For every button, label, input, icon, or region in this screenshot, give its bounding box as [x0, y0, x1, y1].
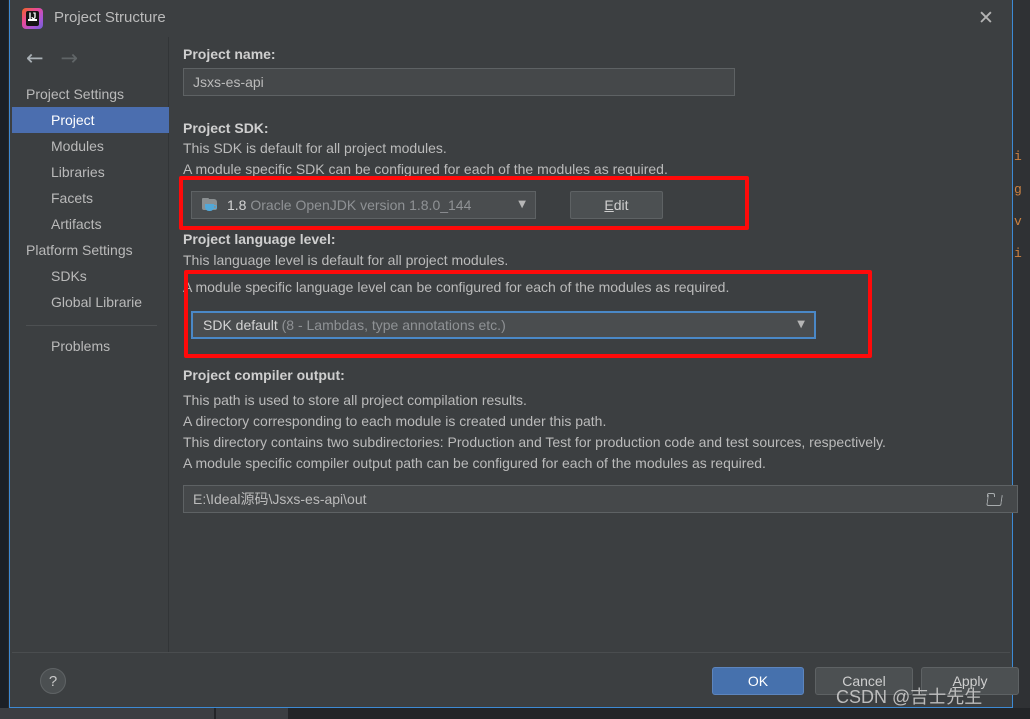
sidebar-item-artifacts[interactable]: Artifacts [12, 211, 169, 237]
chevron-down-icon[interactable]: ▼ [797, 313, 805, 337]
code-fragment: i [1014, 149, 1022, 164]
language-level-detail: (8 - Lambdas, type annotations etc.) [281, 317, 506, 333]
compiler-output-description-line-3: This directory contains two subdirectori… [183, 434, 886, 450]
project-sdk-combobox[interactable]: 1.8 Oracle OpenJDK version 1.8.0_144 ▼ [191, 191, 536, 219]
dialog-titlebar: IJ Project Structure ✕ [10, 0, 1012, 37]
project-sdk-version: 1.8 [227, 197, 247, 213]
project-sdk-description-line-1: This SDK is default for all project modu… [183, 140, 447, 156]
intellij-idea-icon: IJ [22, 8, 43, 29]
project-sdk-description-line-2: A module specific SDK can be configured … [183, 161, 668, 177]
language-level-combobox[interactable]: SDK default (8 - Lambdas, type annotatio… [191, 311, 816, 339]
sidebar-item-problems[interactable]: Problems [12, 333, 169, 359]
sidebar-group-project-settings: Project Settings [26, 86, 125, 102]
csdn-watermark: CSDN @吉士先生 [836, 687, 983, 707]
project-sdk-value: 1.8 Oracle OpenJDK version 1.8.0_144 [227, 192, 471, 218]
compiler-output-input[interactable]: E:\Ideal源码\Jsxs-es-api\out [183, 485, 1018, 513]
sidebar-divider [26, 325, 157, 326]
sidebar-nav-list: Project Settings Project Modules Librari… [12, 81, 169, 359]
help-button[interactable]: ? [40, 668, 66, 694]
compiler-output-description-line-4: A module specific compiler output path c… [183, 455, 766, 471]
intellij-idea-icon-bar [28, 19, 37, 21]
language-level-label: Project language level: [183, 231, 336, 247]
ide-bottom-segment [0, 708, 214, 719]
sidebar-item-project[interactable]: Project [12, 107, 169, 133]
chevron-down-icon[interactable]: ▼ [518, 192, 526, 218]
settings-sidebar: ← → Project Settings Project Modules Lib… [12, 37, 169, 685]
language-level-description-line-2: A module specific language level can be … [183, 279, 730, 295]
ide-editor-behind-dialog: i g v i [1013, 0, 1030, 708]
sidebar-item-libraries[interactable]: Libraries [12, 159, 169, 185]
sidebar-item-sdks[interactable]: SDKs [12, 263, 169, 289]
sidebar-item-modules[interactable]: Modules [12, 133, 169, 159]
compiler-output-label: Project compiler output: [183, 367, 345, 383]
forward-arrow-icon[interactable]: → [60, 46, 90, 70]
ok-button[interactable]: OK [712, 667, 804, 695]
edit-sdk-button-mnemonic: E [604, 197, 614, 213]
language-level-value: SDK default [203, 317, 278, 333]
nav-arrows: ← → [26, 46, 90, 70]
project-name-input[interactable]: Jsxs-es-api [183, 68, 735, 96]
project-settings-panel: Project name: Jsxs-es-api Project SDK: T… [170, 37, 1018, 652]
code-fragment: v [1014, 214, 1022, 229]
sidebar-item-global-libraries[interactable]: Global Librarie [12, 289, 169, 315]
project-structure-dialog: IJ Project Structure ✕ ← → Project Setti… [9, 0, 1019, 708]
project-sdk-detail: Oracle OpenJDK version 1.8.0_144 [250, 197, 472, 213]
edit-sdk-button-label-rest: dit [613, 197, 629, 213]
code-fragment: i [1014, 246, 1022, 261]
folder-icon[interactable] [986, 493, 1003, 506]
project-name-label: Project name: [183, 46, 276, 62]
jdk-icon [202, 198, 219, 213]
sidebar-item-facets[interactable]: Facets [12, 185, 169, 211]
language-level-description-line-1: This language level is default for all p… [183, 252, 509, 268]
code-fragment: g [1014, 182, 1022, 197]
ide-left-strip [0, 0, 8, 719]
back-arrow-icon[interactable]: ← [26, 46, 56, 70]
project-sdk-label: Project SDK: [183, 120, 269, 136]
ide-bottom-segment [216, 708, 288, 719]
dialog-title: Project Structure [54, 9, 166, 26]
compiler-output-description-line-2: A directory corresponding to each module… [183, 413, 607, 429]
close-icon[interactable]: ✕ [974, 8, 998, 30]
sidebar-group-platform-settings: Platform Settings [26, 242, 133, 258]
compiler-output-description-line-1: This path is used to store all project c… [183, 392, 527, 408]
edit-sdk-button[interactable]: Edit [570, 191, 663, 219]
